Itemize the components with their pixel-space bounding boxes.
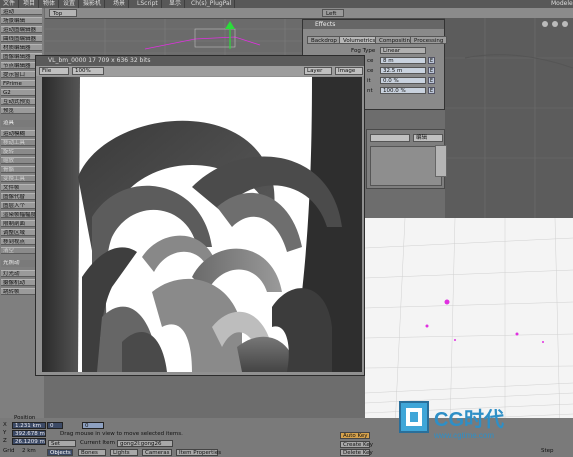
env-button[interactable]: E: [428, 77, 435, 84]
sidebar-item[interactable]: 运动: [1, 8, 42, 15]
position-label: Position: [14, 415, 36, 421]
fog-type-dropdown[interactable]: Linear: [380, 47, 426, 54]
panel-dropdown-right[interactable]: 编辑: [413, 134, 443, 142]
effects-title[interactable]: Effects: [303, 20, 444, 29]
x-label: X: [3, 422, 7, 428]
perspective-viewport[interactable]: [365, 218, 573, 428]
tab-scene[interactable]: 场景: [110, 0, 130, 8]
status-text: Drag mouse in view to move selected item…: [60, 431, 183, 437]
right-viewport[interactable]: [445, 18, 573, 218]
view-left-dropdown[interactable]: Left: [322, 9, 344, 17]
watermark-brand: CG时代: [434, 408, 504, 431]
tab-file[interactable]: 文件: [0, 0, 20, 8]
sidebar-item[interactable]: 运动图编辑器: [1, 26, 42, 33]
rotate-icon: [562, 21, 568, 27]
tab-project[interactable]: 项目: [20, 0, 40, 8]
sidebar-item[interactable]: 场景编辑: [1, 17, 42, 24]
modeler-button[interactable]: Modeler: [548, 0, 573, 8]
z-label: Z: [3, 438, 7, 444]
cameras-button[interactable]: Cameras: [142, 449, 172, 456]
fog-row-label: nt: [367, 88, 373, 94]
tab-camera[interactable]: 摄影机: [80, 0, 106, 8]
env-button[interactable]: E: [428, 87, 435, 94]
properties-panel: 编辑: [366, 129, 445, 189]
y-position-field[interactable]: 392.678 m: [12, 430, 46, 437]
tab-items[interactable]: 物体: [40, 0, 60, 8]
fog-row-label: ce: [367, 68, 374, 74]
current-item-label: Current Item: [80, 440, 115, 446]
tab-display[interactable]: 显示: [166, 0, 186, 8]
layer-dropdown[interactable]: Layer: [304, 67, 332, 75]
watermark-url: www.cgtime.com: [433, 431, 494, 440]
tab-processing[interactable]: Processing: [410, 36, 448, 44]
y-label: Y: [3, 430, 7, 436]
item-properties-button[interactable]: Item Properties: [176, 449, 221, 456]
fog-min-amount-field[interactable]: 0.0 %: [380, 77, 426, 84]
fog-type-label: Fog Type: [351, 48, 376, 54]
panel-dropdown-left[interactable]: [370, 134, 410, 142]
move-icon: [542, 21, 548, 27]
zoom-dropdown[interactable]: 100%: [72, 67, 104, 75]
file-menu[interactable]: File: [39, 67, 69, 75]
lights-button[interactable]: Lights: [110, 449, 138, 456]
top-tab-bar: 文件 项目 物体 设置 摄影机 场景 LScript 显示 Ch(s)_Plug…: [0, 0, 573, 8]
set-button[interactable]: Set: [48, 440, 76, 447]
sidebar-item[interactable]: 曲线图编辑器: [1, 35, 42, 42]
image-viewer-title[interactable]: VL_bm_0000 17 709 x 636 32 bits: [36, 56, 364, 66]
fog-max-amount-field[interactable]: 100.0 %: [380, 87, 426, 94]
z-position-field[interactable]: 26.1209 m: [12, 438, 46, 445]
fog-max-distance-field[interactable]: 32.5 m: [380, 67, 426, 74]
render-image: [42, 77, 362, 372]
auto-key-button[interactable]: Auto Key: [340, 432, 370, 439]
view-type-dropdown[interactable]: Top: [49, 9, 77, 17]
delete-key-button[interactable]: Delete Key: [340, 449, 373, 456]
env-button[interactable]: E: [428, 67, 435, 74]
tab-lscript[interactable]: LScript: [134, 0, 162, 8]
frame-field-secondary[interactable]: 0: [82, 422, 104, 429]
image-dropdown[interactable]: Image: [335, 67, 363, 75]
tab-volumetrics[interactable]: Volumetrics: [339, 36, 380, 44]
fog-min-distance-field[interactable]: 8 m: [380, 57, 426, 64]
grid-label: Grid: [3, 448, 15, 454]
image-viewer-toolbar: File 100% Layer Image: [36, 66, 364, 76]
zoom-icon: [552, 21, 558, 27]
objects-button[interactable]: Objects: [47, 449, 73, 456]
tab-setup[interactable]: 设置: [60, 0, 80, 8]
frame-field[interactable]: 0: [47, 422, 63, 429]
fog-row-label: it: [367, 78, 371, 84]
panel-list[interactable]: [370, 146, 442, 186]
panel-scrollbar[interactable]: [435, 145, 447, 177]
x-position-field[interactable]: 1.231 km: [12, 422, 46, 429]
cgtime-watermark-logo: CG时代 www.cgtime.com: [399, 401, 504, 440]
fog-row-label: ce: [367, 58, 374, 64]
tab-backdrop[interactable]: Backdrop: [307, 36, 341, 44]
sidebar-item[interactable]: 材质编辑器: [1, 44, 42, 51]
env-button[interactable]: E: [428, 57, 435, 64]
current-item-dropdown[interactable]: gong2l:gong26: [117, 440, 173, 447]
bones-button[interactable]: Bones: [78, 449, 106, 456]
tab-plugpal[interactable]: Ch(s)_PlugPal: [188, 0, 236, 8]
grid-value: 2 km: [22, 448, 36, 454]
create-key-button[interactable]: Create Key: [340, 441, 373, 448]
step-label: Step: [541, 448, 554, 454]
